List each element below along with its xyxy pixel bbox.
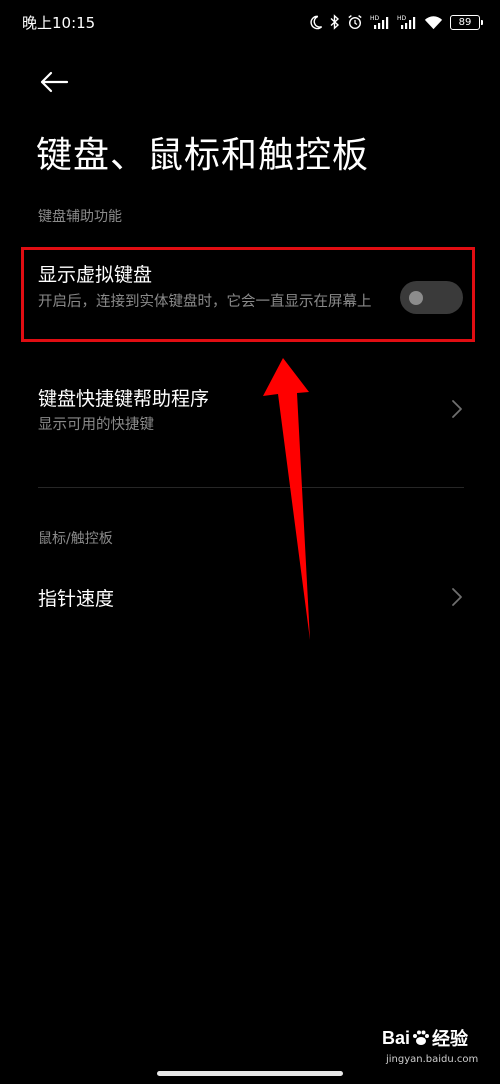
wifi-icon bbox=[424, 15, 443, 30]
battery-icon: 89 bbox=[450, 14, 483, 30]
status-icons: HD HD 89 bbox=[308, 10, 483, 34]
setting-row-keyboard-shortcuts-helper[interactable]: 键盘快捷键帮助程序 显示可用的快捷键 bbox=[0, 372, 500, 448]
watermark-logo: Bai 经验 bbox=[382, 1027, 469, 1050]
page-title: 键盘、鼠标和触控板 bbox=[36, 135, 370, 176]
bluetooth-icon bbox=[330, 14, 340, 30]
alarm-icon bbox=[347, 14, 363, 30]
paw-icon bbox=[413, 1030, 430, 1045]
setting-row-pointer-speed[interactable]: 指针速度 bbox=[0, 568, 500, 628]
section-divider bbox=[38, 487, 464, 488]
status-time: 晚上10:15 bbox=[22, 14, 96, 32]
svg-text:HD: HD bbox=[397, 15, 407, 22]
watermark-url: jingyan.baidu.com bbox=[386, 1054, 479, 1065]
setting-title: 指针速度 bbox=[38, 588, 115, 610]
moon-icon bbox=[308, 15, 323, 30]
hd-signal-icon: HD bbox=[370, 14, 390, 30]
chevron-right-icon bbox=[452, 588, 462, 606]
annotation-highlight-box bbox=[21, 247, 475, 342]
back-button[interactable] bbox=[36, 64, 72, 100]
back-arrow-icon bbox=[40, 71, 69, 93]
setting-title: 键盘快捷键帮助程序 bbox=[38, 388, 210, 410]
svg-text:HD: HD bbox=[370, 15, 380, 22]
baidu-jingyan-watermark: Bai 经验 jingyan.baidu.com bbox=[382, 1025, 494, 1066]
section-header-keyboard-accessibility: 键盘辅助功能 bbox=[38, 209, 122, 225]
setting-subtitle: 显示可用的快捷键 bbox=[38, 417, 154, 433]
hd-signal-icon: HD bbox=[397, 14, 417, 30]
home-indicator[interactable] bbox=[157, 1071, 343, 1076]
status-bar: 晚上10:15 HD HD 89 bbox=[0, 0, 500, 44]
section-header-mouse-touchpad: 鼠标/触控板 bbox=[38, 531, 113, 547]
chevron-right-icon bbox=[452, 400, 462, 418]
